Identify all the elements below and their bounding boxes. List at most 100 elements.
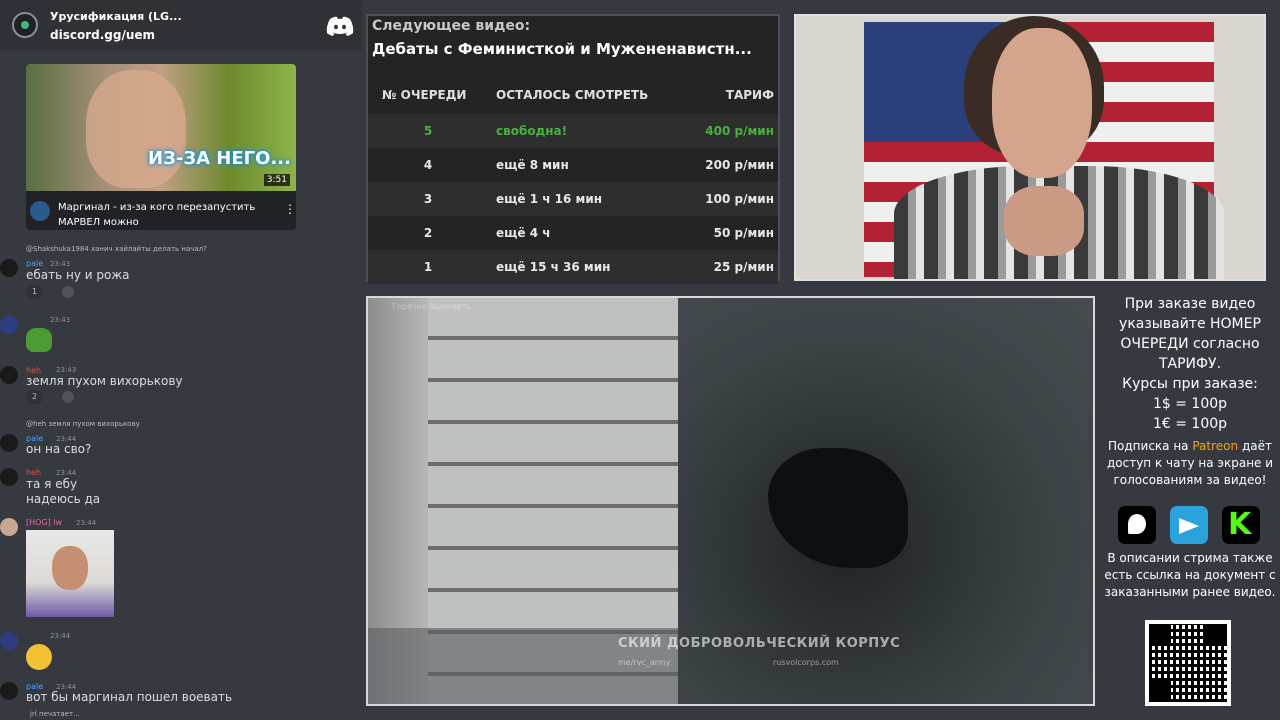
avatar[interactable] [0, 468, 18, 486]
price: 400 р/мин [705, 124, 774, 138]
video-thumbnail[interactable] [26, 64, 296, 191]
reaction-badge[interactable]: 1 [26, 285, 44, 299]
reaction-count: 2 [32, 392, 38, 401]
channel-watermark-logo: Горячие Ашинавть [392, 302, 472, 311]
server-invite-link[interactable]: discord.gg/uem [50, 28, 155, 42]
attachment-face [52, 546, 88, 590]
server-name: Урусификация (LG... [50, 10, 182, 23]
video-queue-panel: Следующее видео: Дебаты с Феминисткой и … [366, 14, 780, 284]
queue-number: 1 [423, 260, 433, 274]
description-note: В описании стрима также есть ссылка на д… [1104, 551, 1276, 599]
remaining-time: свободна! [496, 124, 568, 138]
video-duration: 3:51 [263, 174, 290, 186]
message-text: та я ебу [26, 477, 78, 491]
watermark-handle: me/rvc_army [618, 658, 671, 667]
streamer-face [992, 28, 1092, 178]
table-row: 3 ещё 1 ч 16 мин 100 р/мин [368, 182, 778, 216]
stream-info-panel: При заказе видео указывайте НОМЕР ОЧЕРЕД… [1100, 294, 1280, 720]
sub-prefix: Подписка на [1108, 439, 1193, 453]
col-queue-number: № ОЧЕРЕДИ [382, 88, 467, 102]
username[interactable]: pale [26, 259, 43, 268]
avatar[interactable] [0, 632, 18, 650]
patreon-icon[interactable] [1118, 506, 1156, 544]
next-video-label: Следующее видео: [372, 18, 531, 34]
add-reaction-icon[interactable] [62, 391, 74, 403]
queue-number: 2 [423, 226, 433, 240]
thumbnail-face [86, 70, 186, 188]
reaction-badge[interactable]: 2 [26, 390, 44, 404]
streamer-hand [1004, 186, 1084, 256]
avatar[interactable] [0, 316, 18, 334]
remaining-time: ещё 4 ч [496, 226, 551, 240]
table-row: 2 ещё 4 ч 50 р/мин [368, 216, 778, 250]
channel-avatar[interactable] [30, 201, 50, 221]
price: 50 р/мин [713, 226, 774, 240]
video-watermark: СКИЙ ДОБРОВОЛЬЧЕСКИЙ КОРПУС [618, 636, 901, 651]
queue-number: 3 [423, 192, 433, 206]
order-instructions: При заказе видео указывайте НОМЕР ОЧЕРЕД… [1119, 296, 1261, 372]
avatar[interactable] [0, 434, 18, 452]
telegram-icon[interactable] [1170, 506, 1208, 544]
message-text: земля пухом вихорькову [26, 374, 183, 388]
pepe-icon [26, 328, 52, 352]
reaction-count: 1 [32, 287, 38, 296]
add-reaction-icon[interactable] [62, 286, 74, 298]
rate-eur: 1€ = 100р [1152, 416, 1228, 432]
table-row: 1 ещё 15 ч 36 мин 25 р/мин [368, 250, 778, 284]
price: 100 р/мин [705, 192, 774, 206]
typing-indicator: jrl печатает... [30, 710, 80, 718]
avatar[interactable] [0, 518, 18, 536]
streamer-webcam [794, 14, 1266, 281]
patreon-link[interactable]: Patreon [1192, 439, 1238, 453]
message-text: он на сво? [26, 442, 92, 456]
remaining-time: ещё 1 ч 16 мин [496, 192, 603, 206]
qr-code[interactable] [1145, 620, 1231, 706]
discord-header: Урусификация (LG... discord.gg/uem [0, 0, 362, 50]
qr-pattern [1149, 624, 1227, 702]
discord-chat-panel: Урусификация (LG... discord.gg/uem ИЗ-ЗА… [0, 0, 362, 720]
col-price: ТАРИФ [725, 88, 774, 102]
message-text: надеюсь да [26, 492, 101, 506]
thumbnail-caption: ИЗ-ЗА НЕГО... [148, 148, 291, 169]
discord-logo-icon [326, 16, 354, 36]
timestamp: 23:43 [50, 260, 71, 268]
message-text: ебать ну и рожа [26, 268, 130, 282]
avatar[interactable] [0, 259, 18, 277]
price: 200 р/мин [705, 158, 774, 172]
queue-number: 5 [423, 124, 433, 138]
next-video-title: Дебаты с Феминисткой и Мужененавистн... [372, 40, 752, 58]
kebab-menu-icon[interactable]: ⋮ [284, 202, 296, 216]
username[interactable]: heh [26, 468, 41, 477]
streamer [854, 16, 1224, 279]
queue-table-header: № ОЧЕРЕДИ ОСТАЛОСЬ СМОТРЕТЬ ТАРИФ [368, 80, 778, 110]
price: 25 р/мин [713, 260, 774, 274]
col-remaining: ОСТАЛОСЬ СМОТРЕТЬ [496, 88, 649, 102]
username[interactable]: [HOG] lw [26, 518, 62, 527]
timestamp: 23:44 [50, 632, 71, 640]
message-text: вот бы маргинал пошел воевать [26, 690, 233, 704]
remaining-time: ещё 8 мин [496, 158, 569, 172]
video-title[interactable]: Маргинал - из-за кого перезапустить МАРВ… [58, 200, 278, 230]
reply-reference[interactable]: @Shakshuka1984 ханич хайлайты делать нач… [26, 245, 207, 253]
avatar[interactable] [0, 366, 18, 384]
watermark-site: rusvolcorps.com [773, 658, 839, 667]
image-attachment[interactable] [26, 530, 114, 617]
table-row: 5 свободна! 400 р/мин [368, 114, 778, 148]
rate-usd: 1$ = 100р [1152, 396, 1228, 412]
avatar[interactable] [0, 682, 18, 700]
timestamp: 23:43 [56, 366, 77, 374]
queue-number: 4 [423, 158, 433, 172]
subscription-info: Подписка на Patreon даёт доступ к чату н… [1100, 438, 1280, 489]
main-video-player[interactable]: Горячие Ашинавть СКИЙ ДОБРОВОЛЬЧЕСКИЙ КО… [366, 296, 1095, 706]
laughing-emoji-icon [26, 644, 52, 670]
server-icon[interactable] [12, 12, 38, 38]
timestamp: 23:44 [76, 519, 97, 527]
timestamp: 23:44 [56, 469, 77, 477]
youtube-embed-card[interactable]: ИЗ-ЗА НЕГО... 3:51 Маргинал - из-за кого… [26, 64, 296, 230]
reply-reference[interactable]: @heh земля пухом вихорькову [26, 420, 140, 428]
exchange-rates: Курсы при заказе: 1$ = 100р 1€ = 100р [1100, 374, 1280, 434]
timestamp: 23:43 [50, 316, 71, 324]
rates-title: Курсы при заказе: [1122, 376, 1258, 392]
table-row: 4 ещё 8 мин 200 р/мин [368, 148, 778, 182]
kick-icon[interactable]: K [1222, 506, 1260, 544]
